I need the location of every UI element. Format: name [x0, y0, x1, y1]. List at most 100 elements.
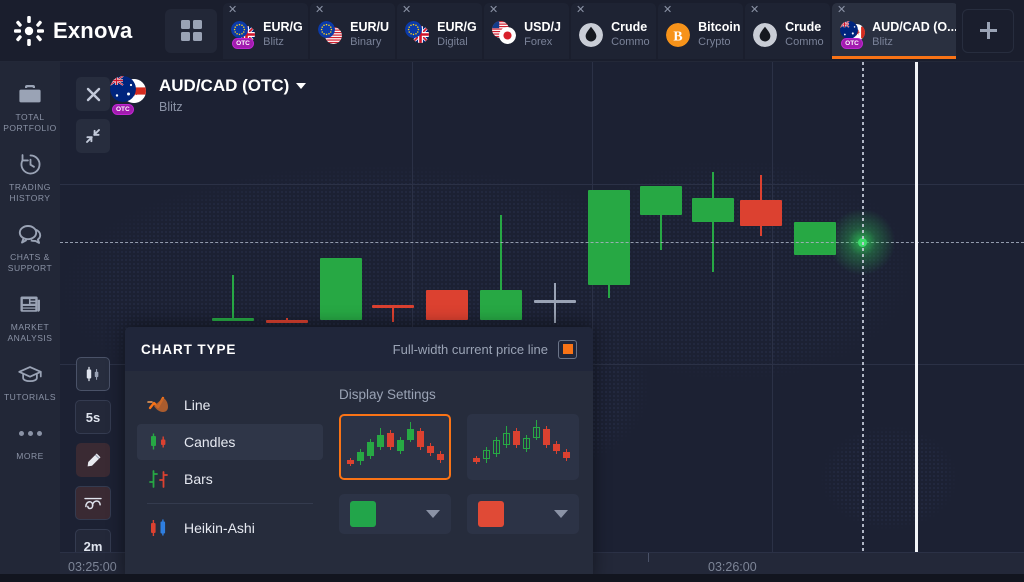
sidebar-item-market-analysis[interactable]: MARKET ANALYSIS [0, 282, 60, 352]
preview-candle [533, 420, 540, 440]
tab-subtitle: Blitz [263, 35, 284, 48]
tab-title: Crude [785, 19, 822, 34]
panel-title: CHART TYPE [141, 341, 237, 357]
preview-candle [543, 426, 550, 448]
preview-candle-body [387, 433, 394, 447]
chart-type-option-heikin-ashi[interactable]: Heikin-Ashi [137, 510, 323, 546]
close-icon[interactable]: ✕ [662, 4, 673, 16]
candle-body [740, 200, 782, 226]
chevron-down-icon[interactable] [296, 83, 307, 89]
sidebar-item-tutorials[interactable]: TUTORIALS [0, 352, 60, 411]
tab-6[interactable]: ✕ Crude Commo [745, 2, 831, 59]
preview-candle [357, 449, 364, 465]
tab-1[interactable]: ✕ EUR/U Binary [310, 2, 396, 59]
sidebar-label: TOTAL PORTFOLIO [3, 112, 57, 133]
tab-title: Crude [611, 19, 648, 34]
sidebar-item-chats-support[interactable]: CHATS & SUPPORT [0, 212, 60, 282]
starburst-icon [14, 15, 44, 46]
heikin-ashi-icon [147, 518, 171, 538]
oil-drop-icon [752, 20, 780, 48]
bitcoin-icon: B [665, 20, 693, 48]
tab-5[interactable]: ✕ B Bitcoin Crypto [658, 2, 744, 59]
eur-gbp-otc-flag-icon: OTC [230, 20, 258, 49]
preview-candle-body [543, 429, 550, 445]
chart-area[interactable]: OTC AUD/CAD (OTC) Blitz 5s 2m 03:25:00 0… [60, 62, 1024, 582]
chart-type-option-candles[interactable]: Candles [137, 424, 323, 460]
asset-name[interactable]: AUD/CAD (OTC) [159, 76, 307, 96]
asset-header[interactable]: OTC AUD/CAD (OTC) Blitz [110, 76, 307, 115]
tab-title: USD/J [524, 19, 561, 34]
tab-title: EUR/G [263, 19, 303, 34]
sidebar-item-more[interactable]: MORE [0, 411, 60, 470]
filled-candles-preview[interactable] [339, 414, 451, 480]
eur-gbp-flag-icon [404, 20, 432, 48]
brand-logo[interactable]: Exnova [0, 15, 165, 46]
close-icon[interactable]: ✕ [575, 4, 586, 16]
preview-candle [493, 437, 500, 457]
tab-subtitle: Commo [785, 35, 824, 48]
preview-candle [513, 428, 520, 448]
chart-type-option-line[interactable]: Line [137, 387, 323, 423]
preview-candle [483, 447, 490, 463]
hollow-candles-preview[interactable] [467, 414, 579, 480]
chart-type-panel[interactable]: CHART TYPE Full-width current price line… [125, 327, 593, 582]
close-icon[interactable]: ✕ [401, 4, 412, 16]
otc-badge: OTC [841, 37, 863, 49]
down-color-select[interactable] [467, 494, 579, 534]
preview-candle-body [347, 460, 354, 464]
tab-0[interactable]: ✕ OTC EUR/G Blitz [223, 2, 309, 59]
tab-title: EUR/U [350, 19, 390, 34]
candle-wick [712, 172, 714, 272]
close-icon[interactable]: ✕ [227, 4, 238, 16]
sidebar-item-trading-history[interactable]: TRADING HISTORY [0, 142, 60, 212]
chart-type-button[interactable] [76, 357, 110, 391]
bars-chart-icon [147, 469, 171, 489]
preview-candle-body [367, 442, 374, 456]
preview-candle [387, 430, 394, 450]
fullwidth-price-line-checkbox[interactable] [558, 339, 577, 359]
up-color-select[interactable] [339, 494, 451, 534]
briefcase-icon [0, 81, 60, 107]
left-sidebar: TOTAL PORTFOLIO TRADING HISTORY CHATS & SUP… [0, 62, 60, 582]
add-tab-button[interactable] [962, 8, 1014, 53]
preview-candle-body [437, 454, 444, 460]
timeframe-5s-button[interactable]: 5s [75, 400, 111, 434]
close-icon[interactable]: ✕ [836, 4, 847, 16]
top-bar: Exnova ✕ OTC EUR/G Blitz ✕ EUR/U Binary ✕ EUR/G D… [0, 0, 1024, 62]
chart-type-option-bars[interactable]: Bars [137, 461, 323, 497]
sidebar-label: MARKET ANALYSIS [7, 322, 53, 343]
graduation-cap-icon [0, 361, 60, 387]
preview-candle [437, 451, 444, 463]
aud-cad-otc-flag-icon: OTC [839, 20, 867, 49]
tab-title: EUR/G [437, 19, 477, 34]
candle [266, 318, 308, 323]
draw-tools-button[interactable] [76, 443, 110, 477]
flag-circle [579, 22, 604, 47]
indicators-button[interactable] [75, 486, 111, 520]
tab-active-7[interactable]: ✕ OTC AUD/CAD (O... Blitz [832, 2, 956, 59]
flag-circle [231, 20, 249, 38]
tab-3[interactable]: ✕ USD/J Forex [484, 2, 570, 59]
close-icon[interactable]: ✕ [488, 4, 499, 16]
tab-4[interactable]: ✕ Crude Commo [571, 2, 657, 59]
preview-candle-body [503, 433, 510, 445]
candle [320, 258, 362, 320]
flag-circle [318, 20, 336, 38]
candle-wick [232, 275, 234, 320]
collapse-chart-button[interactable] [76, 119, 110, 153]
preview-candle [397, 437, 404, 454]
close-icon[interactable]: ✕ [749, 4, 760, 16]
tab-2[interactable]: ✕ EUR/G Digital [397, 2, 483, 59]
apps-grid-button[interactable] [165, 8, 218, 53]
close-icon[interactable]: ✕ [314, 4, 325, 16]
down-color-swatch [478, 501, 504, 527]
sidebar-item-total-portfolio[interactable]: TOTAL PORTFOLIO [0, 72, 60, 142]
close-chart-button[interactable] [76, 77, 110, 111]
candle-body [212, 318, 254, 321]
preview-candle [427, 443, 434, 456]
candle-body [372, 305, 414, 308]
chevron-down-icon [426, 510, 440, 518]
display-settings: Display Settings [323, 387, 579, 547]
candle-body [480, 290, 522, 320]
asset-tabs: ✕ OTC EUR/G Blitz ✕ EUR/U Binary ✕ EUR/G Digital ✕… [223, 0, 956, 62]
